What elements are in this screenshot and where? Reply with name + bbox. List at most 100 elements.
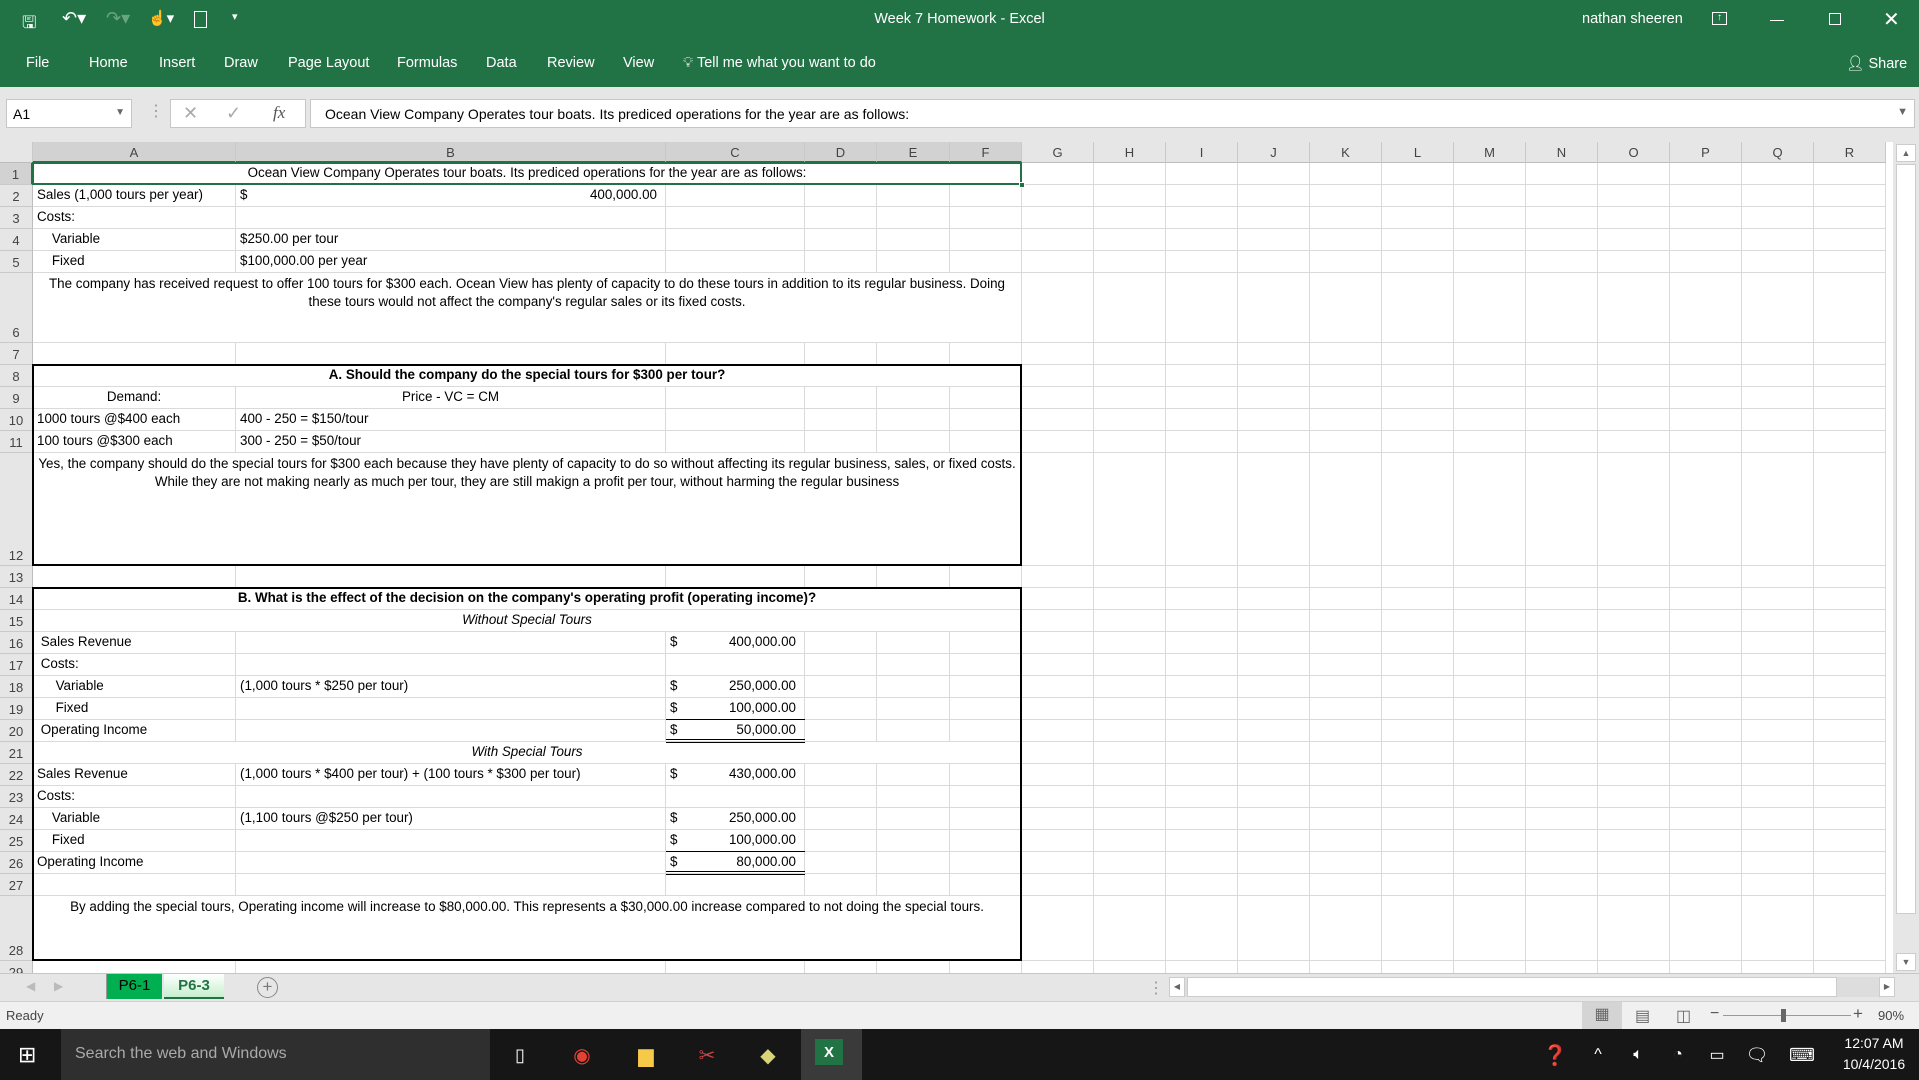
zoom-level[interactable]: 90% <box>1878 1008 1904 1023</box>
horizontal-scroll-thumb[interactable] <box>1187 977 1837 997</box>
zoom-out-button[interactable]: − <box>1710 1005 1719 1023</box>
cell-c26[interactable]: 80,000.00 <box>666 852 804 873</box>
cell-b5[interactable]: $100,000.00 per year <box>236 251 665 272</box>
search-box[interactable]: Search the web and Windows <box>61 1029 490 1080</box>
cell-a3[interactable]: Costs: <box>33 207 235 228</box>
cell-b24[interactable]: (1,100 tours @$250 per tour) <box>236 808 665 829</box>
vertical-scroll-thumb[interactable] <box>1896 164 1916 914</box>
cell-b2[interactable]: 400,000.00 <box>236 185 665 206</box>
row-header-23[interactable]: 23 <box>0 786 33 808</box>
tell-me-search[interactable]: 💡︎ Tell me what you want to do <box>683 55 876 71</box>
row-header-24[interactable]: 24 <box>0 808 33 830</box>
tab-file[interactable]: File <box>26 55 49 71</box>
scroll-left-icon[interactable]: ◀ <box>1169 977 1185 997</box>
row-header-20[interactable]: 20 <box>0 720 33 742</box>
cell-a19[interactable]: Fixed <box>33 698 235 719</box>
tab-view[interactable]: View <box>623 55 654 71</box>
cell-b10[interactable]: 400 - 250 = $150/tour <box>236 409 665 430</box>
column-header-m[interactable]: M <box>1454 142 1526 163</box>
row-header-29[interactable]: 29 <box>0 961 33 973</box>
cell-a2[interactable]: Sales (1,000 tours per year) <box>33 185 235 206</box>
page-break-view-icon[interactable]: ◫ <box>1676 1006 1691 1026</box>
row-header-8[interactable]: 8 <box>0 365 33 387</box>
row-header-22[interactable]: 22 <box>0 764 33 786</box>
row-header-13[interactable]: 13 <box>0 566 33 588</box>
tab-insert[interactable]: Insert <box>159 55 195 71</box>
tab-data[interactable]: Data <box>486 55 517 71</box>
cell-a17[interactable]: Costs: <box>33 654 235 675</box>
row-header-14[interactable]: 14 <box>0 588 33 610</box>
insert-function-icon[interactable]: fx <box>273 103 285 123</box>
sheet-tab-p6-3[interactable]: P6-3 <box>164 974 224 999</box>
cell-a25[interactable]: Fixed <box>33 830 235 851</box>
column-header-l[interactable]: L <box>1382 142 1454 163</box>
vertical-scrollbar[interactable]: ▲ ▼ <box>1893 142 1919 973</box>
row-header-1[interactable]: 1 <box>0 163 33 185</box>
action-center-icon[interactable]: 🗨︎ <box>1741 1039 1773 1071</box>
column-header-r[interactable]: R <box>1814 142 1886 163</box>
cell-a5[interactable]: Fixed <box>33 251 235 272</box>
sticky-notes-icon[interactable]: ◆ <box>752 1039 784 1071</box>
cell-c18[interactable]: 250,000.00 <box>666 676 804 697</box>
clock-time[interactable]: 12:07 AM <box>1834 1035 1914 1051</box>
column-header-o[interactable]: O <box>1598 142 1670 163</box>
cell-a10[interactable]: 1000 tours @$400 each <box>33 409 235 430</box>
row-header-10[interactable]: 10 <box>0 409 33 431</box>
cell-c22[interactable]: 430,000.00 <box>666 764 804 785</box>
sheet-tab-p6-1[interactable]: P6-1 <box>106 974 162 999</box>
chevron-down-icon[interactable]: ▼ <box>115 107 125 118</box>
formula-input[interactable]: Ocean View Company Operates tour boats. … <box>310 99 1915 128</box>
spreadsheet-grid[interactable]: A B C D E F G H I J K L M N O P Q R 1 2 3 4 5 6 7 8 9 10 11 12 13 14 15 1… <box>0 142 1893 973</box>
column-header-p[interactable]: P <box>1670 142 1742 163</box>
volume-icon[interactable]: 🔈︎ <box>1622 1039 1654 1071</box>
cell-a8[interactable]: A. Should the company do the special tou… <box>33 365 1021 386</box>
cell-a4[interactable]: Variable <box>33 229 235 250</box>
row-header-11[interactable]: 11 <box>0 431 33 453</box>
cell-a14[interactable]: B. What is the effect of the decision on… <box>33 588 1021 609</box>
cell-b18[interactable]: (1,000 tours * $250 per tour) <box>236 676 665 697</box>
cell-a9[interactable]: Demand: <box>33 387 235 408</box>
scroll-right-icon[interactable]: ▶ <box>1879 977 1895 997</box>
keyboard-icon[interactable]: ⌨ <box>1786 1039 1818 1071</box>
enter-check-icon[interactable]: ✓ <box>226 103 241 124</box>
column-header-d[interactable]: D <box>805 142 877 163</box>
ribbon-display-icon[interactable]: ↑ <box>1712 12 1727 25</box>
cell-b9[interactable]: Price - VC = CM <box>236 387 665 408</box>
column-header-e[interactable]: E <box>877 142 950 163</box>
row-header-3[interactable]: 3 <box>0 207 33 229</box>
task-view-icon[interactable]: ▯ <box>504 1039 536 1071</box>
row-header-25[interactable]: 25 <box>0 830 33 852</box>
row-header-6[interactable]: 6 <box>0 273 33 343</box>
tab-home[interactable]: Home <box>89 55 128 71</box>
row-header-17[interactable]: 17 <box>0 654 33 676</box>
splitter-icon[interactable]: ⋮ <box>1148 978 1164 998</box>
cell-c24[interactable]: 250,000.00 <box>666 808 804 829</box>
column-header-k[interactable]: K <box>1310 142 1382 163</box>
cell-a28[interactable]: By adding the special tours, Operating i… <box>33 896 1021 960</box>
zoom-in-button[interactable]: + <box>1853 1004 1863 1024</box>
column-header-h[interactable]: H <box>1094 142 1166 163</box>
help-warning-icon[interactable]: ❓ <box>1539 1039 1571 1071</box>
cell-c16[interactable]: 400,000.00 <box>666 632 804 653</box>
cell-c20[interactable]: 50,000.00 <box>666 720 804 741</box>
select-all-corner[interactable] <box>0 142 33 163</box>
column-header-j[interactable]: J <box>1238 142 1310 163</box>
row-header-27[interactable]: 27 <box>0 874 33 896</box>
column-header-b[interactable]: B <box>236 142 666 163</box>
wifi-icon[interactable]: ◔ <box>1662 1039 1694 1071</box>
column-header-f[interactable]: F <box>950 142 1022 163</box>
cell-a24[interactable]: Variable <box>33 808 235 829</box>
file-explorer-icon[interactable]: ▆ <box>630 1039 662 1071</box>
cell-c19[interactable]: 100,000.00 <box>666 698 804 719</box>
zoom-slider[interactable] <box>1723 1009 1851 1022</box>
cell-a20[interactable]: Operating Income <box>33 720 235 741</box>
row-header-15[interactable]: 15 <box>0 610 33 632</box>
cell-a1[interactable]: Ocean View Company Operates tour boats. … <box>33 163 1021 184</box>
cell-a6[interactable]: The company has received request to offe… <box>33 273 1021 342</box>
name-box[interactable]: A1 ▼ <box>6 99 132 128</box>
expand-formula-icon[interactable]: ▼ <box>1897 106 1908 118</box>
column-header-i[interactable]: I <box>1166 142 1238 163</box>
cell-b11[interactable]: 300 - 250 = $50/tour <box>236 431 665 452</box>
cell-b22[interactable]: (1,000 tours * $400 per tour) + (100 tou… <box>236 764 665 785</box>
cell-a11[interactable]: 100 tours @$300 each <box>33 431 235 452</box>
